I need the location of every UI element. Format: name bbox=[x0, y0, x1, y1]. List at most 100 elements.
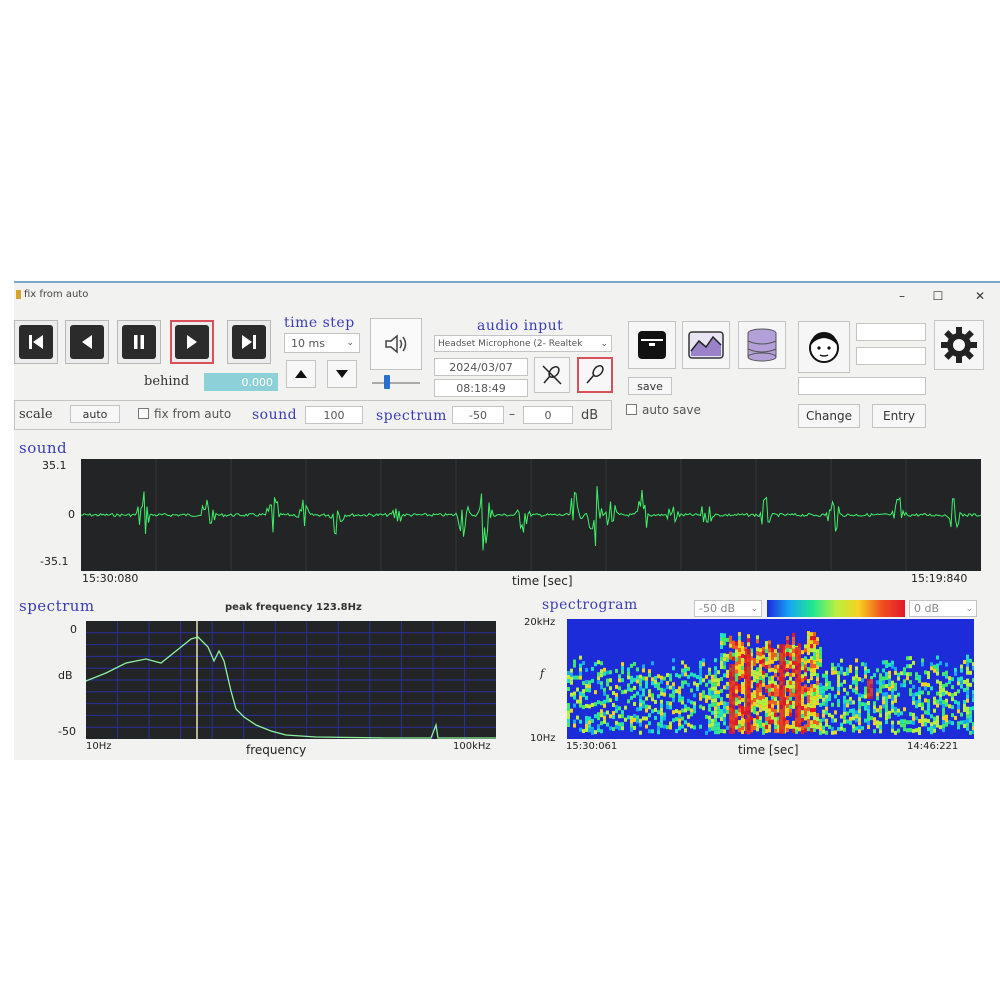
change-button[interactable]: Change bbox=[798, 404, 860, 428]
peak-frequency-text: peak frequency 123.8Hz bbox=[225, 602, 362, 613]
time-field[interactable]: 08:18:49 bbox=[434, 379, 528, 397]
skip-to-end-button[interactable] bbox=[227, 320, 271, 364]
behind-label: behind bbox=[144, 374, 190, 389]
spectrum-panel-title: spectrum bbox=[19, 597, 95, 615]
pause-button[interactable] bbox=[117, 320, 161, 364]
spectrum-canvas bbox=[86, 621, 496, 739]
volume-slider[interactable] bbox=[372, 382, 420, 384]
speaker-icon bbox=[385, 334, 407, 354]
spectrogram-y-label: f bbox=[540, 667, 545, 680]
maximize-icon[interactable]: ☐ bbox=[928, 286, 948, 306]
title-bar: fix from auto – ☐ ✕ bbox=[14, 283, 1000, 309]
sound-y-max: 35.1 bbox=[42, 459, 67, 472]
sound-panel-title: sound bbox=[19, 439, 68, 457]
spectrogram-min-select[interactable]: -50 dB ⌄ bbox=[694, 600, 762, 617]
time-step-select[interactable]: 10 ms ⌄ bbox=[284, 333, 360, 353]
spectrogram-max-value: 0 dB bbox=[914, 602, 940, 615]
time-step-label: time step bbox=[284, 315, 355, 331]
fix-from-auto-label: fix from auto bbox=[154, 407, 232, 421]
time-step-up-button[interactable] bbox=[286, 360, 316, 388]
auto-save-label: auto save bbox=[642, 403, 701, 417]
pause-icon bbox=[134, 335, 144, 349]
sound-value-input[interactable]: 100 bbox=[305, 406, 363, 424]
user-field-2[interactable] bbox=[856, 347, 926, 365]
spectrogram-canvas bbox=[567, 631, 974, 735]
spectrogram-x-start: 15:30:061 bbox=[566, 741, 618, 752]
triangle-down-icon bbox=[336, 370, 348, 378]
audio-device-select[interactable]: Headset Microphone (2- Realtek ⌄ bbox=[434, 335, 612, 352]
sound-waveform-plot bbox=[81, 459, 981, 571]
sound-x-end: 15:19:840 bbox=[911, 572, 968, 585]
save-button[interactable]: save bbox=[628, 377, 672, 395]
minimize-icon[interactable]: – bbox=[892, 286, 912, 306]
window-title: fix from auto bbox=[24, 289, 89, 300]
date-field[interactable]: 2024/03/07 bbox=[434, 358, 528, 376]
spectrum-max-input[interactable]: 0 bbox=[523, 406, 573, 424]
time-step-value: 10 ms bbox=[291, 336, 325, 350]
chevron-down-icon: ⌄ bbox=[346, 338, 354, 348]
auto-save-checkbox[interactable]: auto save bbox=[626, 403, 701, 417]
spectrogram-min-value: -50 dB bbox=[699, 602, 735, 615]
sound-label: sound bbox=[252, 407, 298, 423]
archive-button[interactable] bbox=[628, 321, 676, 369]
chart-button[interactable] bbox=[682, 321, 730, 369]
audio-input-label: audio input bbox=[477, 318, 564, 334]
sound-x-start: 15:30:080 bbox=[82, 572, 139, 585]
db-unit-label: dB bbox=[581, 408, 599, 423]
spectrogram-y-top: 20kHz bbox=[524, 617, 556, 628]
user-field-3[interactable] bbox=[798, 377, 926, 395]
skip-to-start-button[interactable] bbox=[14, 320, 58, 364]
spectrogram-x-label: time [sec] bbox=[738, 743, 799, 757]
play-icon bbox=[187, 335, 197, 349]
fix-from-auto-checkbox[interactable]: fix from auto bbox=[138, 407, 231, 421]
database-icon bbox=[747, 328, 777, 362]
volume-slider-handle[interactable] bbox=[384, 375, 390, 389]
mute-microphone-button[interactable] bbox=[534, 357, 570, 393]
colormap-bar bbox=[767, 600, 905, 617]
microphone-muted-icon bbox=[542, 365, 562, 385]
chevron-down-icon: ⌄ bbox=[965, 603, 973, 614]
gear-icon bbox=[941, 327, 977, 363]
user-face-icon bbox=[809, 332, 839, 363]
scale-label: scale bbox=[19, 407, 53, 422]
spectrogram-panel-title: spectrogram bbox=[542, 597, 638, 613]
checkbox-box[interactable] bbox=[626, 404, 637, 415]
skip-to-start-icon bbox=[29, 335, 43, 349]
microphone-icon bbox=[586, 364, 604, 384]
spectrum-x-start: 10Hz bbox=[86, 741, 112, 752]
close-icon[interactable]: ✕ bbox=[970, 286, 990, 306]
entry-button[interactable]: Entry bbox=[872, 404, 926, 428]
step-back-button[interactable] bbox=[65, 320, 109, 364]
spectrogram-y-bottom: 10Hz bbox=[530, 733, 556, 744]
time-step-down-button[interactable] bbox=[327, 360, 357, 388]
database-button[interactable] bbox=[738, 321, 786, 369]
behind-value: 0.000 bbox=[204, 373, 278, 391]
step-back-icon bbox=[82, 335, 92, 349]
sound-x-label: time [sec] bbox=[512, 574, 573, 588]
spectrum-label: spectrum bbox=[376, 408, 447, 424]
spectrum-x-label: frequency bbox=[246, 743, 307, 757]
settings-button[interactable] bbox=[934, 320, 984, 370]
skip-to-end-icon bbox=[242, 335, 256, 349]
microphone-button[interactable] bbox=[577, 357, 613, 393]
play-button[interactable] bbox=[170, 320, 214, 364]
chevron-down-icon: ⌄ bbox=[600, 338, 608, 349]
triangle-up-icon bbox=[295, 370, 307, 378]
spectrum-curve bbox=[86, 636, 496, 739]
app-icon bbox=[16, 290, 21, 299]
spectrum-y-bottom: -50 bbox=[58, 725, 76, 738]
user-button[interactable] bbox=[798, 321, 850, 373]
sound-y-zero: 0 bbox=[68, 508, 75, 521]
volume-button[interactable] bbox=[370, 318, 422, 370]
scale-auto-button[interactable]: auto bbox=[70, 405, 120, 423]
spectrogram-plot bbox=[567, 619, 974, 739]
sound-y-min: -35.1 bbox=[40, 555, 69, 568]
audio-device-value: Headset Microphone (2- Realtek bbox=[438, 338, 583, 349]
chart-icon bbox=[688, 331, 724, 359]
checkbox-box[interactable] bbox=[138, 408, 149, 419]
archive-box-icon bbox=[638, 331, 666, 359]
spectrum-min-input[interactable]: -50 bbox=[452, 406, 504, 424]
spectrogram-max-select[interactable]: 0 dB ⌄ bbox=[909, 600, 977, 617]
spectrum-y-label: dB bbox=[58, 669, 73, 682]
user-field-1[interactable] bbox=[856, 323, 926, 341]
